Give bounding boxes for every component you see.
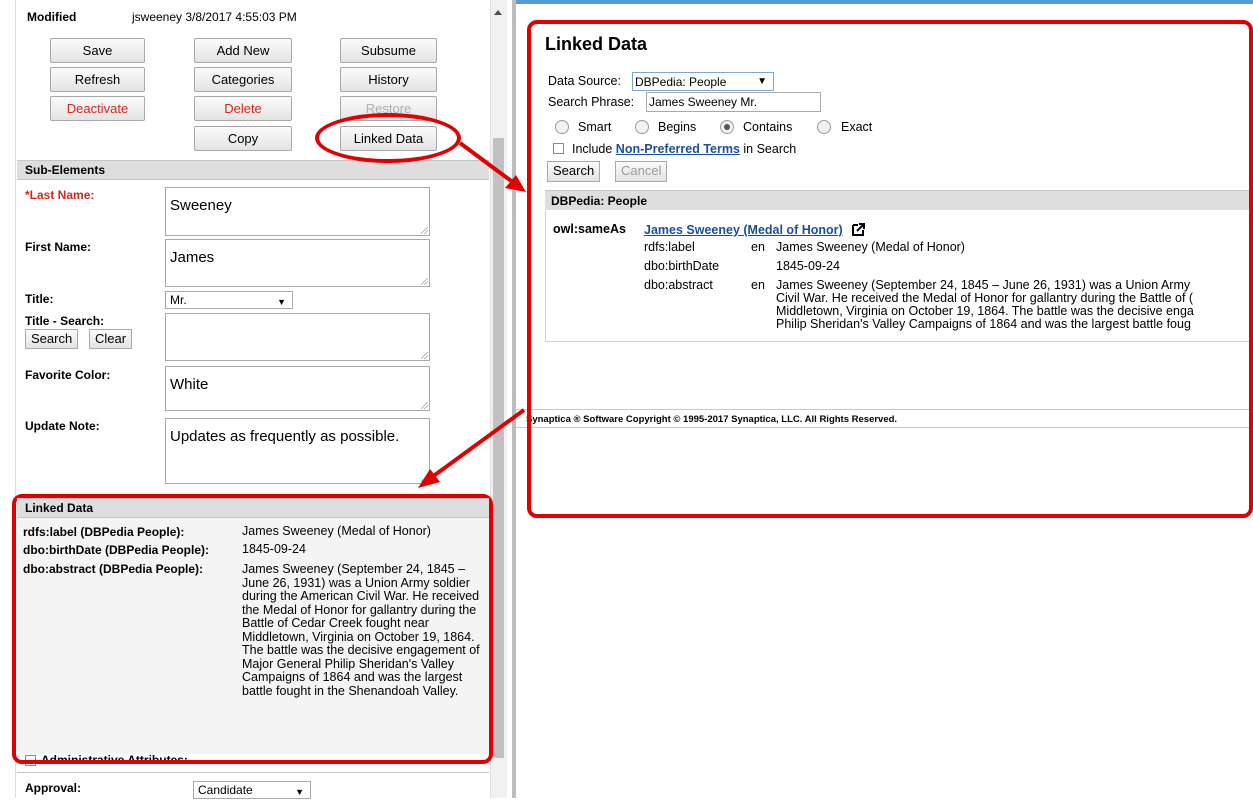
update-note-value: Updates as frequently as possible. — [170, 428, 400, 445]
modified-value: jsweeney 3/8/2017 4:55:03 PM — [132, 10, 297, 24]
categories-button[interactable]: Categories — [194, 67, 292, 92]
title-label: Title: — [25, 292, 54, 306]
favorite-color-value: White — [170, 376, 209, 393]
top-border — [516, 0, 1253, 4]
history-button[interactable]: History — [340, 67, 437, 92]
deactivate-button[interactable]: Deactivate — [50, 96, 145, 121]
approval-value: Candidate — [198, 783, 253, 797]
save-button[interactable]: Save — [50, 38, 145, 63]
add-new-button[interactable]: Add New — [194, 38, 292, 63]
scrollbar-thumb[interactable] — [493, 138, 504, 758]
last-name-field[interactable]: Sweeney — [165, 187, 430, 236]
resize-grip-icon[interactable] — [421, 352, 428, 359]
update-note-field[interactable]: Updates as frequently as possible. — [165, 418, 430, 484]
modified-label: Modified — [27, 10, 77, 24]
pane-divider[interactable] — [512, 0, 516, 798]
divider — [17, 772, 489, 773]
resize-grip-icon[interactable] — [421, 402, 428, 409]
title-select[interactable]: Mr. ▼ — [165, 291, 293, 309]
title-search-field[interactable] — [165, 313, 430, 361]
approval-select[interactable]: Candidate ▼ — [193, 781, 311, 799]
sub-elements-header: Sub-Elements — [17, 160, 489, 180]
first-name-label: First Name: — [25, 240, 92, 254]
title-search-label: Title - Search: — [25, 314, 105, 328]
last-name-label: *Last Name: — [25, 188, 95, 202]
resize-grip-icon[interactable] — [421, 227, 428, 234]
title-select-value: Mr. — [170, 293, 187, 307]
refresh-button[interactable]: Refresh — [50, 67, 145, 92]
resize-grip-icon[interactable] — [421, 278, 428, 285]
modified-row: Modified jsweeney 3/8/2017 4:55:03 PM — [17, 8, 489, 30]
favorite-color-label: Favorite Color: — [25, 368, 111, 382]
title-search-button[interactable]: Search — [25, 329, 79, 349]
subsume-button[interactable]: Subsume — [340, 38, 437, 63]
first-name-field[interactable]: James — [165, 239, 430, 287]
favorite-color-field[interactable]: White — [165, 366, 430, 411]
resize-grip-icon[interactable] — [421, 475, 428, 482]
update-note-label: Update Note: — [25, 419, 100, 433]
first-name-value: James — [170, 249, 215, 266]
copy-button[interactable]: Copy — [194, 126, 292, 151]
annotation-ellipse — [315, 113, 461, 163]
scroll-up-arrow-icon[interactable] — [494, 10, 502, 15]
annotation-box-left — [12, 494, 493, 764]
approval-label: Approval: — [25, 781, 82, 795]
linked-data-header: Linked Data — [17, 498, 489, 518]
last-name-value: Sweeney — [170, 197, 232, 214]
dropdown-arrow-icon: ▼ — [277, 297, 286, 307]
title-clear-button[interactable]: Clear — [89, 329, 133, 349]
annotation-box-right — [527, 20, 1253, 518]
delete-button[interactable]: Delete — [194, 96, 292, 121]
